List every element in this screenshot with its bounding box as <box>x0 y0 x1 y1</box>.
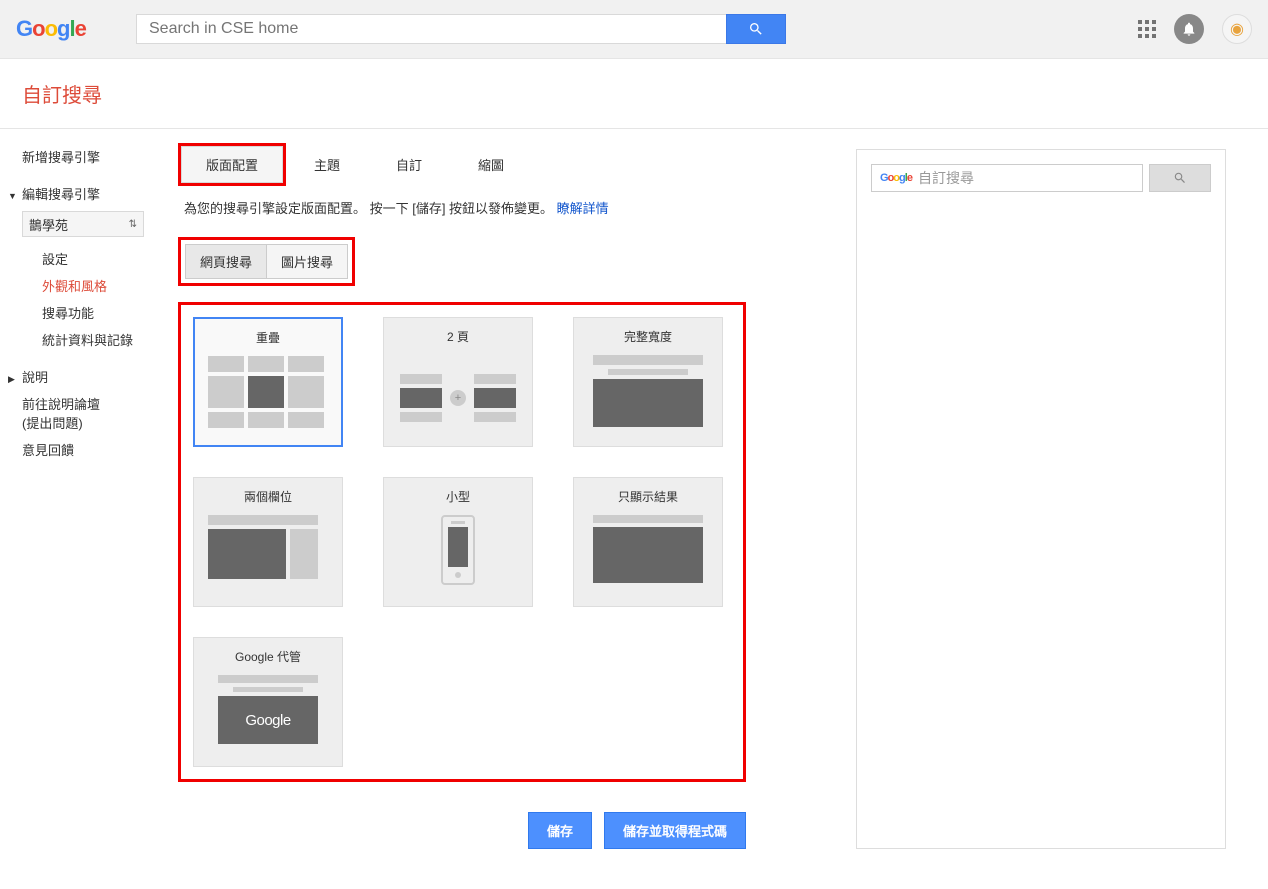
search-input[interactable] <box>136 14 726 44</box>
engine-select[interactable]: 鵲學苑 ⇅ <box>22 211 144 237</box>
layout-google-hosted[interactable]: Google 代管 Google <box>193 637 343 767</box>
select-arrows-icon: ⇅ <box>129 219 137 230</box>
tab-description: 為您的搜尋引擎設定版面配置。 按一下 [儲存] 按鈕以發佈變更。 瞭解詳情 <box>184 198 746 217</box>
two-page-thumb-icon: + <box>398 355 518 440</box>
tab-thumb[interactable]: 縮圖 <box>450 147 532 182</box>
tab-theme[interactable]: 主題 <box>286 147 368 182</box>
sidebar-forum[interactable]: 前往說明論壇 (提出問題) <box>22 390 178 436</box>
sidebar-item-features[interactable]: 搜尋功能 <box>42 299 178 326</box>
subtab-web[interactable]: 網頁搜尋 <box>185 244 267 279</box>
layout-grid: 重疊 2 頁 + <box>193 317 731 767</box>
avatar[interactable]: ◉ <box>1222 14 1252 44</box>
sidebar-edit-engine[interactable]: ▼編輯搜尋引擎 <box>22 180 178 207</box>
two-column-thumb-icon <box>208 515 328 600</box>
save-button[interactable]: 儲存 <box>528 812 592 849</box>
results-only-thumb-icon <box>588 515 708 600</box>
subtab-image[interactable]: 圖片搜尋 <box>267 244 348 279</box>
layout-overlay[interactable]: 重疊 <box>193 317 343 447</box>
sidebar-feedback[interactable]: 意見回饋 <box>22 436 178 463</box>
layout-two-column[interactable]: 兩個欄位 <box>193 477 343 607</box>
sidebar-item-look-feel[interactable]: 外觀和風格 <box>42 272 178 299</box>
google-logo[interactable]: Google <box>16 16 128 42</box>
chevron-right-icon: ▶ <box>8 374 18 385</box>
sidebar-item-stats[interactable]: 統計資料與記錄 <box>42 326 178 353</box>
search-button[interactable] <box>726 14 786 44</box>
sidebar-item-settings[interactable]: 設定 <box>42 245 178 272</box>
cse-search-input[interactable]: Google 自訂搜尋 <box>871 164 1143 192</box>
header: Google ◉ <box>0 0 1268 59</box>
chevron-down-icon: ▼ <box>8 191 18 201</box>
save-get-code-button[interactable]: 儲存並取得程式碼 <box>604 812 746 849</box>
overlay-thumb-icon <box>208 356 328 441</box>
cse-search-button[interactable] <box>1149 164 1211 192</box>
layout-compact[interactable]: 小型 <box>383 477 533 607</box>
tab-layout[interactable]: 版面配置 <box>181 146 283 183</box>
compact-thumb-icon <box>398 515 518 600</box>
sidebar: 新增搜尋引擎 ▼編輯搜尋引擎 鵲學苑 ⇅ 設定 外觀和風格 搜尋功能 統計資料與… <box>0 129 178 889</box>
search-icon <box>748 21 764 37</box>
apps-icon[interactable] <box>1138 20 1156 38</box>
notifications-icon[interactable] <box>1174 14 1204 44</box>
preview-panel: Google 自訂搜尋 <box>856 149 1226 849</box>
google-hosted-thumb-icon: Google <box>208 675 328 760</box>
layout-two-page[interactable]: 2 頁 + <box>383 317 533 447</box>
search-icon <box>1173 171 1187 185</box>
google-mini-logo-icon: Google <box>880 172 912 184</box>
sidebar-new-engine[interactable]: 新增搜尋引擎 <box>22 143 178 170</box>
sidebar-help[interactable]: ▶說明 <box>22 363 178 390</box>
layout-results-only[interactable]: 只顯示結果 <box>573 477 723 607</box>
tab-custom[interactable]: 自訂 <box>368 147 450 182</box>
learn-more-link[interactable]: 瞭解詳情 <box>557 201 609 216</box>
layout-full-width[interactable]: 完整寬度 <box>573 317 723 447</box>
tabs: 版面配置 主題 自訂 縮圖 <box>178 143 746 186</box>
page-title: 自訂搜尋 <box>22 79 1268 108</box>
full-width-thumb-icon <box>588 355 708 440</box>
